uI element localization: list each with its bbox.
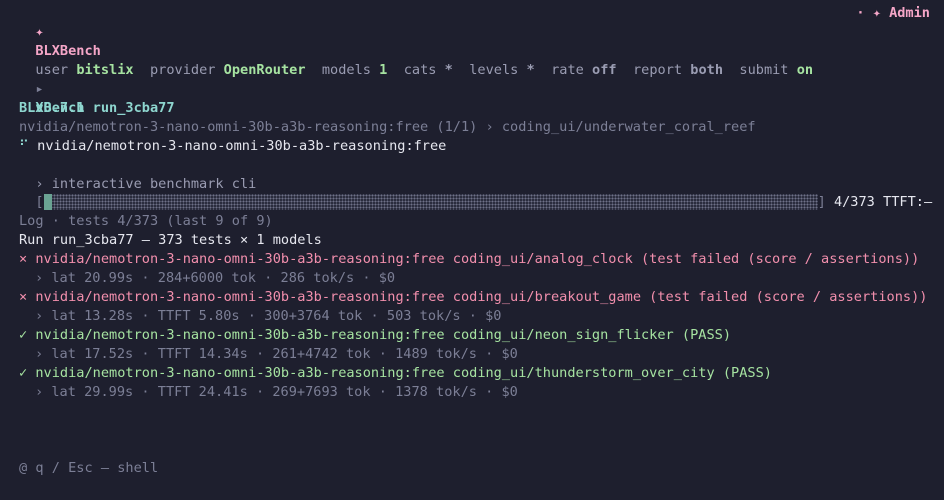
log-entry: × nvidia/nemotron-3-nano-omni-30b-a3b-re…	[19, 250, 927, 288]
setting-submit[interactable]: submit on	[739, 62, 813, 78]
sparkle-icon: ✦	[35, 24, 44, 40]
setting-rate[interactable]: rate off	[551, 62, 617, 78]
settings-bar: user bitslix provider OpenRouter models …	[19, 42, 813, 78]
setting-levels[interactable]: levels *	[469, 62, 534, 78]
log-entry-line: × nvidia/nemotron-3-nano-omni-30b-a3b-re…	[19, 289, 928, 305]
log-entry-detail: › lat 20.99s · 284+6000 tok · 286 tok/s …	[35, 270, 396, 286]
setting-provider[interactable]: provider OpenRouter	[150, 62, 306, 78]
log-header: Log · tests 4/373 (last 9 of 9)	[19, 213, 273, 229]
log-entry: × nvidia/nemotron-3-nano-omni-30b-a3b-re…	[19, 288, 927, 326]
run-title: BLXBench run_3cba77	[19, 100, 175, 116]
log-entry-line: ✓ nvidia/nemotron-3-nano-omni-30b-a3b-re…	[19, 365, 772, 381]
log-entry-detail: › lat 29.99s · TTFT 24.41s · 269+7693 to…	[35, 384, 518, 400]
footer-hint: @ q / Esc — shell	[19, 460, 159, 476]
log-entry-detail: › lat 17.52s · TTFT 14.34s · 261+4742 to…	[35, 346, 518, 362]
check-icon: ✓	[19, 365, 28, 381]
current-model: ⠋ nvidia/nemotron-3-nano-omni-30b-a3b-re…	[19, 137, 446, 156]
title-bar: ✦ BLXBench ▸ v0.7.1 · › interactive benc…	[19, 4, 256, 192]
current-model-name: nvidia/nemotron-3-nano-omni-30b-a3b-reas…	[37, 138, 447, 154]
log-entry-line: × nvidia/nemotron-3-nano-omni-30b-a3b-re…	[19, 251, 920, 267]
log-entries: × nvidia/nemotron-3-nano-omni-30b-a3b-re…	[19, 250, 927, 402]
fail-icon: ×	[19, 289, 28, 305]
setting-user[interactable]: user bitslix	[35, 62, 133, 78]
log-entry-line: ✓ nvidia/nemotron-3-nano-omni-30b-a3b-re…	[19, 327, 732, 343]
progress-fill	[43, 194, 52, 210]
fail-icon: ×	[19, 251, 28, 267]
run-path: nvidia/nemotron-3-nano-omni-30b-a3b-reas…	[19, 119, 756, 135]
spinner-icon: ⠋	[19, 138, 29, 154]
admin-badge: · ✦ Admin	[856, 5, 930, 21]
triangle-right-icon: ▸	[35, 81, 44, 97]
progress-status: 4/373 TTFT:—	[833, 194, 933, 210]
log-entry-detail: › lat 13.28s · TTFT 5.80s · 300+3764 tok…	[35, 308, 502, 324]
log-entry: ✓ nvidia/nemotron-3-nano-omni-30b-a3b-re…	[19, 364, 927, 402]
run-summary: Run run_3cba77 — 373 tests × 1 models	[19, 232, 322, 248]
setting-models[interactable]: models 1	[322, 62, 387, 78]
setting-cats[interactable]: cats *	[404, 62, 453, 78]
log-entry: ✓ nvidia/nemotron-3-nano-omni-30b-a3b-re…	[19, 326, 927, 364]
progress-row: [] 4/373 TTFT:—	[35, 194, 933, 210]
progress-bar	[43, 194, 818, 210]
setting-report[interactable]: report both	[633, 62, 723, 78]
check-icon: ✓	[19, 327, 28, 343]
